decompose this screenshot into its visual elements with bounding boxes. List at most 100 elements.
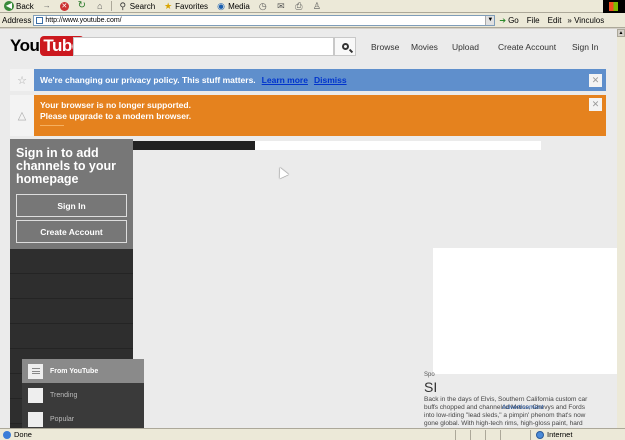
guide-item-trending[interactable]: Trending xyxy=(22,383,144,407)
nav-browse[interactable]: Browse xyxy=(371,42,399,52)
vertical-scrollbar[interactable]: ▲ xyxy=(617,29,625,428)
search-submit-button[interactable] xyxy=(334,37,356,56)
globe-icon xyxy=(536,430,544,439)
nav-upload[interactable]: Upload xyxy=(452,42,479,52)
go-label: Go xyxy=(508,15,519,25)
guide-list: From YouTube Trending Popular xyxy=(22,359,144,428)
star-icon: ☆ xyxy=(10,69,34,91)
scroll-up-arrow-icon[interactable]: ▲ xyxy=(617,29,625,37)
close-icon[interactable]: ✕ xyxy=(589,98,602,111)
sidebar-create-account-button[interactable]: Create Account xyxy=(16,220,127,243)
back-arrow-icon: ◀ xyxy=(4,1,14,11)
article-kicker: Spo xyxy=(424,372,435,378)
advertisement-box[interactable] xyxy=(433,248,617,374)
browser-toolbar: ◀ Back → ✕ ↻ ⌂ ⚲ Search ★ Favorites ◉ Me… xyxy=(0,0,625,13)
guide-item-label: From YouTube xyxy=(50,367,99,375)
status-divider xyxy=(500,430,501,440)
advertisement-label: Advertisement xyxy=(502,404,544,411)
search-label: Search xyxy=(129,1,156,11)
list-item xyxy=(10,299,133,324)
dismiss-link[interactable]: Dismiss xyxy=(314,75,347,85)
guide-item-from-youtube[interactable]: From YouTube xyxy=(22,359,144,383)
media-button[interactable]: ◉ Media xyxy=(214,0,252,12)
nav-sign-in[interactable]: Sign In xyxy=(572,42,598,52)
messenger-button[interactable]: ♙ xyxy=(310,0,324,12)
history-icon: ◷ xyxy=(258,1,267,11)
status-divider xyxy=(485,430,486,440)
mail-button[interactable]: ✉ xyxy=(274,0,288,12)
status-divider xyxy=(470,430,471,440)
print-button[interactable]: ⎙ xyxy=(292,0,306,12)
warning-icon: △ xyxy=(10,95,34,136)
windows-logo-icon xyxy=(603,0,625,13)
article-headline[interactable]: SI xyxy=(424,379,596,395)
nav-movies[interactable]: Movies xyxy=(411,42,438,52)
forward-arrow-icon: → xyxy=(42,1,51,10)
file-menu[interactable]: File xyxy=(527,16,540,25)
chevron-down-icon[interactable]: ▼ xyxy=(485,15,495,25)
guide-item-label: Popular xyxy=(50,415,75,423)
guide-item-popular[interactable]: Popular xyxy=(22,407,144,428)
search-input[interactable] xyxy=(73,37,334,56)
favorites-label: Favorites xyxy=(175,1,209,11)
person-icon: ♙ xyxy=(312,1,321,11)
sidebar-sign-in-button[interactable]: Sign In xyxy=(16,194,127,217)
nav-create-account[interactable]: Create Account xyxy=(498,42,556,52)
search-icon xyxy=(341,43,349,50)
address-url: http://www.youtube.com/ xyxy=(45,16,122,24)
youtube-header: You Tube Browse Movies Upload Create Acc… xyxy=(0,29,617,64)
sign-in-promo-title: Sign in to add channels to your homepage xyxy=(16,146,117,186)
search-button[interactable]: ⚲ Search xyxy=(116,0,157,12)
home-button[interactable]: ⌂ xyxy=(93,0,107,12)
home-icon: ⌂ xyxy=(97,1,103,11)
address-input[interactable]: http://www.youtube.com/ ▼ xyxy=(33,14,496,26)
browser-warning-line2: Please upgrade to a modern browser. xyxy=(40,111,192,121)
guide-item-label: Trending xyxy=(50,391,78,399)
print-icon: ⎙ xyxy=(295,1,303,11)
privacy-banner: ☆ We're changing our privacy policy. Thi… xyxy=(10,69,606,91)
links-menu[interactable]: » Vinculos xyxy=(567,16,604,25)
page-icon xyxy=(36,16,44,24)
star-icon: ★ xyxy=(164,1,173,11)
list-item xyxy=(10,324,133,349)
browser-warning-banner: △ Your browser is no longer supported. P… xyxy=(10,95,606,136)
learn-more-link[interactable]: Learn more xyxy=(262,75,308,85)
back-label: Back xyxy=(16,1,34,11)
page-icon xyxy=(3,430,11,439)
history-button[interactable]: ◷ xyxy=(256,0,270,12)
loading-bar-fill xyxy=(133,141,256,150)
browser-warning-line1: Your browser is no longer supported. xyxy=(40,100,191,110)
close-icon[interactable]: ✕ xyxy=(589,73,602,87)
refresh-button[interactable]: ↻ xyxy=(75,0,89,12)
media-label: Media xyxy=(228,1,250,11)
toolbar-divider xyxy=(110,1,112,11)
channel-thumbnail xyxy=(28,411,43,427)
search-icon: ⚲ xyxy=(119,1,127,11)
article-body: Back in the days of Elvis, Southern Cali… xyxy=(424,396,588,427)
security-zone: Internet xyxy=(536,430,572,439)
status-divider xyxy=(530,430,531,440)
list-item xyxy=(10,274,133,299)
edit-menu[interactable]: Edit xyxy=(548,16,562,25)
list-item xyxy=(10,249,133,274)
forward-button[interactable]: → xyxy=(40,0,54,12)
media-icon: ◉ xyxy=(217,1,225,11)
stop-button[interactable]: ✕ xyxy=(58,0,71,12)
page-content: You Tube Browse Movies Upload Create Acc… xyxy=(0,29,617,428)
back-button[interactable]: ◀ Back xyxy=(2,0,36,12)
mouse-cursor-icon xyxy=(275,165,289,179)
favorites-button[interactable]: ★ Favorites xyxy=(161,0,210,12)
status-done: Done xyxy=(0,430,32,439)
address-label: Address xyxy=(2,15,32,25)
stop-icon: ✕ xyxy=(59,1,69,11)
zone-label: Internet xyxy=(547,430,573,439)
go-arrow-icon: ➔ xyxy=(499,15,507,25)
go-button[interactable]: ➔ Go xyxy=(499,16,518,25)
banner-divider xyxy=(40,125,64,126)
status-divider xyxy=(455,430,456,440)
privacy-message: We're changing our privacy policy. This … xyxy=(40,75,256,85)
status-text: Done xyxy=(14,430,32,439)
featured-article: Spo SI Back in the days of Elvis, Southe… xyxy=(424,372,596,428)
status-bar: Done Internet xyxy=(0,428,625,440)
address-bar: Address http://www.youtube.com/ ▼ ➔ Go F… xyxy=(0,13,625,28)
